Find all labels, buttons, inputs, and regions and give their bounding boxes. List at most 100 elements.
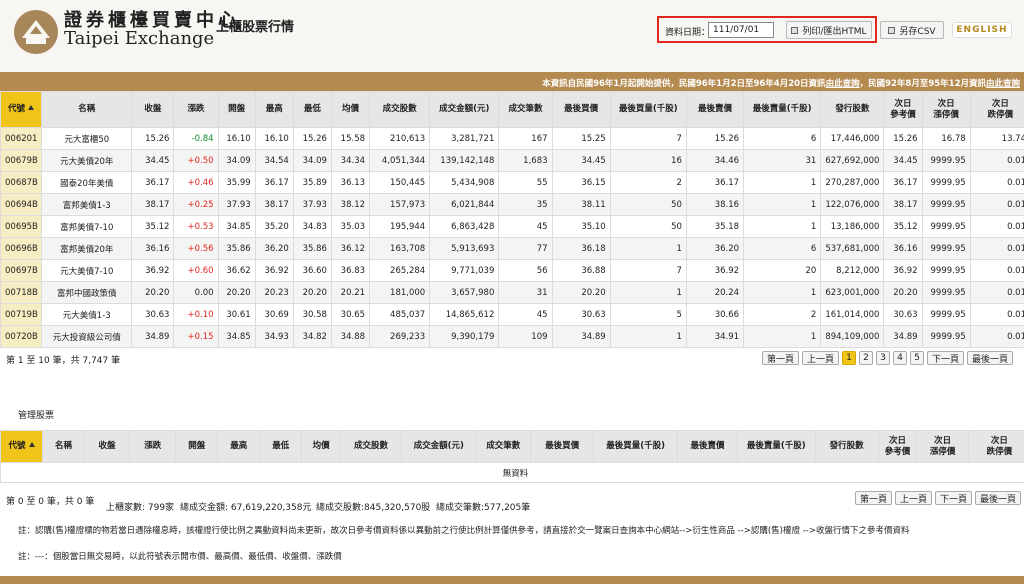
cell-low: 35.89 — [292, 171, 332, 194]
managed-column-header[interactable]: 最後賣價 — [677, 430, 738, 463]
managed-stocks-table: 代號 名稱 收盤 漲跌 開盤 最高 最低 均價 成交股數 成交金額(元) 成交筆數 最後買價 最後買量(… — [0, 430, 1024, 483]
quote-column-header[interactable]: 最後賣價 — [685, 91, 745, 128]
quote-column-label: 名稱 — [78, 104, 96, 114]
cell-bid: 38.11 — [551, 193, 611, 216]
managed-column-header[interactable]: 發行股數 — [814, 430, 879, 463]
managed-column-header[interactable]: 代號 — [0, 430, 43, 463]
managed-column-header[interactable]: 次日 跌停價 — [967, 430, 1024, 463]
cell-chg: -0.84 — [173, 127, 219, 150]
quote-column-header[interactable]: 最低 — [292, 91, 332, 128]
managed-column-header[interactable]: 漲跌 — [129, 430, 177, 463]
quote-column-header[interactable]: 最後買量(千股) — [609, 91, 687, 128]
quote-column-header[interactable]: 漲跌 — [173, 91, 219, 128]
managed-column-header[interactable]: 最後買價 — [530, 430, 595, 463]
managed-column-header[interactable]: 次日 漲停價 — [916, 430, 969, 463]
quote-column-header[interactable]: 開盤 — [217, 91, 256, 128]
quote-column-header[interactable]: 均價 — [330, 91, 371, 128]
table-row: 00696B 富邦美債20年 36.16 +0.56 35.86 36.20 35.86 36… — [0, 237, 1024, 260]
pager-page-3[interactable]: 3 — [876, 351, 891, 365]
cell-trades: 45 — [498, 303, 553, 326]
managed-column-label: 收盤 — [98, 441, 116, 451]
managed-column-header[interactable]: 開盤 — [175, 430, 219, 463]
managed-column-header[interactable]: 次日 參考價 — [877, 430, 918, 463]
date-input[interactable] — [708, 22, 774, 38]
notice-text-2: ，民國92年8月至95年12月資訊 — [859, 79, 986, 89]
managed-column-header[interactable]: 最低 — [259, 430, 303, 463]
quote-column-label: 最高 — [265, 104, 283, 114]
managed-pager-last-button[interactable]: 最後一頁 — [975, 491, 1022, 505]
notice-link-2[interactable]: 由此查詢 — [986, 79, 1020, 89]
cell-vol: 269,233 — [369, 325, 431, 348]
quote-column-header[interactable]: 最後買價 — [551, 91, 611, 128]
managed-column-header[interactable]: 成交金額(元) — [400, 430, 477, 463]
cell-amt: 5,913,693 — [429, 237, 500, 260]
quote-column-header[interactable]: 成交筆數 — [498, 91, 553, 128]
cell-avg: 20.21 — [330, 281, 371, 304]
cell-shares: 623,001,000 — [820, 281, 885, 304]
pager-next-button[interactable]: 下一頁 — [927, 351, 965, 365]
managed-column-label: 最後買量(千股) — [606, 441, 665, 451]
cell-chg: +0.15 — [173, 325, 219, 348]
managed-column-header[interactable]: 最後賣量(千股) — [736, 430, 816, 463]
quote-column-label: 發行股數 — [835, 104, 870, 114]
table-row: 00694B 富邦美債1-3 38.17 +0.25 37.93 38.17 37.93 38… — [0, 193, 1024, 216]
cell-avg: 15.58 — [330, 127, 371, 150]
save-csv-button[interactable]: 另存CSV — [880, 21, 944, 39]
managed-pager-next-button[interactable]: 下一頁 — [935, 491, 973, 505]
cell-bidvol: 5 — [609, 303, 687, 326]
managed-column-header[interactable]: 收盤 — [83, 430, 131, 463]
quote-column-header[interactable]: 收盤 — [131, 91, 175, 128]
managed-column-header[interactable]: 成交股數 — [340, 430, 402, 463]
quote-column-label: 成交股數 — [382, 104, 417, 114]
cell-askvol: 6 — [743, 237, 822, 260]
quote-column-header[interactable]: 次日 漲停價 — [921, 91, 971, 128]
quote-column-header[interactable]: 名稱 — [41, 91, 133, 128]
quote-column-header[interactable]: 代號 — [0, 91, 43, 128]
managed-pager-first-button[interactable]: 第一頁 — [855, 491, 893, 505]
quote-column-header[interactable]: 最後賣量(千股) — [743, 91, 822, 128]
quote-column-header[interactable]: 成交金額(元) — [429, 91, 500, 128]
managed-column-header[interactable]: 均價 — [301, 430, 342, 463]
quote-column-label: 最後賣量(千股) — [752, 104, 812, 114]
notice-link-1[interactable]: 由此查詢 — [826, 79, 860, 89]
cell-bid: 36.15 — [551, 171, 611, 194]
print-export-html-button[interactable]: 列印/匯出HTML — [786, 21, 872, 39]
pager-page-4[interactable]: 4 — [893, 351, 908, 365]
pager-page-5[interactable]: 5 — [910, 351, 925, 365]
cell-ask: 36.20 — [685, 237, 745, 260]
managed-column-header[interactable]: 名稱 — [41, 430, 85, 463]
pager-last-button[interactable]: 最後一頁 — [967, 351, 1014, 365]
cell-avg: 34.34 — [330, 149, 371, 172]
cell-amt: 3,281,721 — [429, 127, 500, 150]
quote-column-header[interactable]: 最高 — [254, 91, 294, 128]
cell-bid: 34.89 — [551, 325, 611, 348]
cell-open: 20.20 — [217, 281, 256, 304]
page-title: 上櫃股票行情 — [216, 20, 295, 35]
quote-column-header[interactable]: 次日 跌停價 — [969, 91, 1024, 128]
cell-askvol: 1 — [743, 215, 822, 238]
pager-prev-button[interactable]: 上一頁 — [802, 351, 840, 365]
managed-pager-prev-button[interactable]: 上一頁 — [895, 491, 933, 505]
quote-column-header[interactable]: 發行股數 — [820, 91, 885, 128]
pager-page-1[interactable]: 1 — [842, 351, 857, 365]
managed-column-header[interactable]: 成交筆數 — [475, 430, 532, 463]
cell-up: 9999.95 — [921, 171, 971, 194]
managed-column-label: 最高 — [230, 441, 248, 451]
cell-chg: +0.25 — [173, 193, 219, 216]
cell-askvol: 31 — [743, 149, 822, 172]
cell-askvol: 6 — [743, 127, 822, 150]
quote-column-header[interactable]: 次日 參考價 — [883, 91, 923, 128]
quote-column-header[interactable]: 成交股數 — [369, 91, 431, 128]
managed-column-header[interactable]: 最高 — [217, 430, 261, 463]
managed-pager: 第一頁 上一頁 下一頁 最後一頁 — [855, 491, 1022, 505]
pager-first-button[interactable]: 第一頁 — [762, 351, 800, 365]
note-no-trade-symbol: 註：---：個股當日無交易時，以此符號表示開市價、最高價、最低價、收盤價、漲跌價 — [18, 552, 342, 562]
cell-low: 34.83 — [292, 215, 332, 238]
pager-page-2[interactable]: 2 — [859, 351, 874, 365]
managed-empty-message: 無資料 — [0, 462, 1024, 483]
managed-column-label: 開盤 — [188, 441, 206, 451]
english-link[interactable]: ENGLISH — [952, 22, 1012, 38]
cell-up: 9999.95 — [921, 259, 971, 282]
managed-column-header[interactable]: 最後買量(千股) — [593, 430, 679, 463]
cell-close: 30.63 — [131, 303, 175, 326]
